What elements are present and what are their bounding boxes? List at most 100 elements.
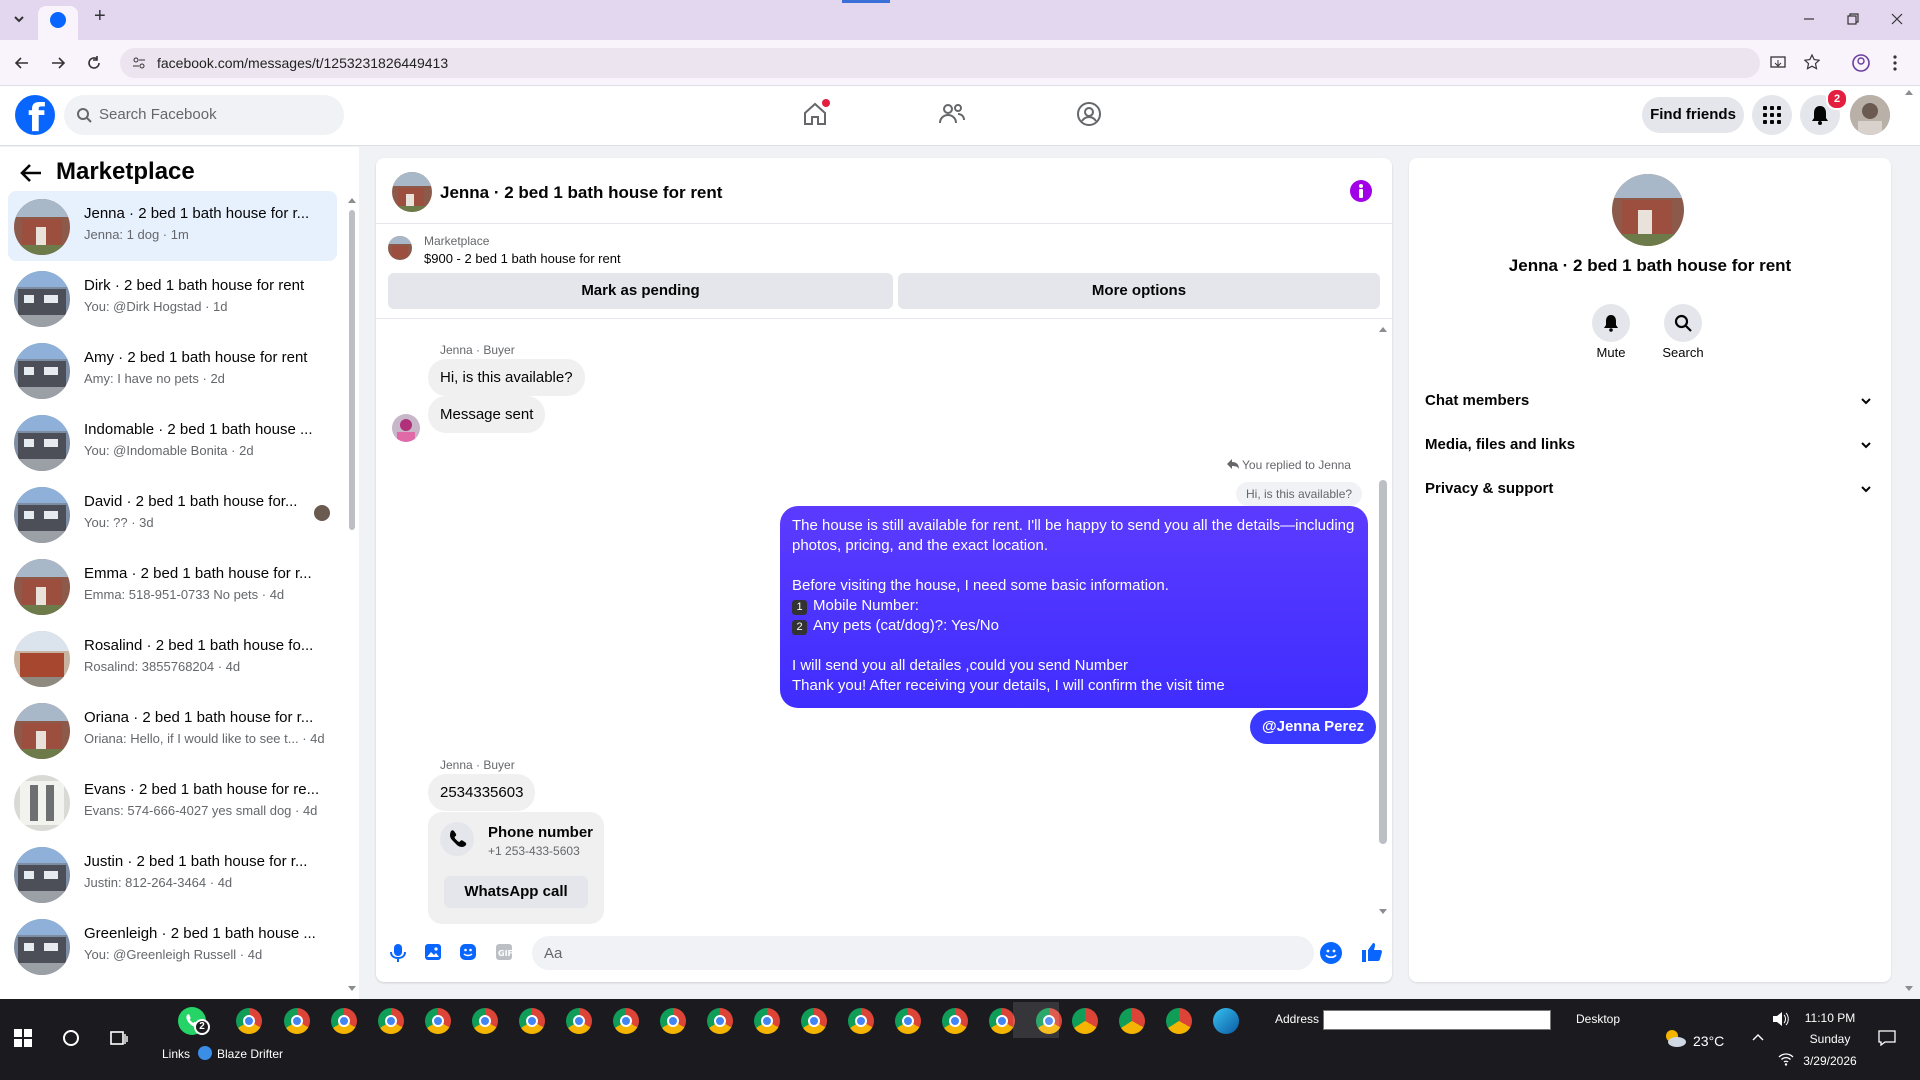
details-avatar[interactable] [1612, 174, 1684, 246]
media-files-links-section[interactable]: Media, files and links [1425, 436, 1575, 453]
task-view-icon[interactable] [110, 1029, 128, 1047]
browser-menu-icon[interactable] [1892, 54, 1898, 72]
info-icon[interactable] [1350, 180, 1372, 202]
incoming-message[interactable]: 2534335603 [428, 774, 536, 811]
mute-button[interactable] [1592, 304, 1630, 342]
taskbar-links-label[interactable]: Links [162, 1047, 190, 1061]
chrome-profile-taskbar-icon[interactable] [519, 1008, 545, 1034]
conversation-item[interactable]: Greenleigh · 2 bed 1 bath house ... You: … [8, 911, 337, 981]
url-text[interactable]: facebook.com/messages/t/1253231826449413 [157, 55, 448, 71]
conversation-item[interactable]: David · 2 bed 1 bath house for... You: ??… [8, 479, 337, 549]
thumbs-up-icon[interactable] [1360, 941, 1382, 963]
chat-header-avatar[interactable] [392, 172, 432, 212]
conversation-item[interactable]: Dirk · 2 bed 1 bath house for rent You: @… [8, 263, 337, 333]
chat-scroll-down-arrow[interactable] [1378, 908, 1388, 916]
new-tab-button[interactable]: + [94, 6, 106, 26]
scroll-down-arrow[interactable] [347, 985, 357, 993]
message-input[interactable]: Aa [532, 936, 1342, 970]
show-hidden-icons-chevron[interactable] [1752, 1033, 1764, 1041]
chrome-profile-taskbar-icon[interactable] [284, 1008, 310, 1034]
gif-icon[interactable]: GIF [495, 943, 513, 961]
menu-grid-button[interactable] [1752, 95, 1792, 135]
quoted-message[interactable]: Hi, is this available? [1236, 482, 1363, 506]
outgoing-message[interactable]: The house is still available for rent. I… [780, 506, 1368, 708]
chrome-profile-taskbar-icon[interactable] [331, 1008, 357, 1034]
sticker-icon[interactable] [459, 943, 477, 961]
chrome-taskbar-icon[interactable] [1119, 1008, 1145, 1034]
chat-members-section[interactable]: Chat members [1425, 392, 1529, 409]
groups-nav-icon[interactable] [1076, 101, 1102, 127]
weather-temperature[interactable]: 23°C [1693, 1033, 1724, 1049]
windows-start-icon[interactable] [14, 1029, 32, 1047]
conversation-item[interactable]: Amy · 2 bed 1 bath house for rent Amy: I … [8, 335, 337, 405]
browser-tab-facebook[interactable] [38, 6, 78, 40]
photo-icon[interactable] [424, 943, 442, 961]
chrome-profile-taskbar-icon[interactable] [942, 1008, 968, 1034]
bookmark-star-icon[interactable] [1804, 54, 1820, 70]
chat-scrollbar[interactable] [1379, 480, 1387, 844]
conversation-item[interactable]: Justin · 2 bed 1 bath house for r... Just… [8, 839, 337, 909]
wifi-icon[interactable] [1778, 1052, 1794, 1066]
incoming-message[interactable]: Hi, is this available? [428, 359, 585, 396]
friends-nav-icon[interactable] [938, 101, 966, 127]
chat-scroll-up-arrow[interactable] [1378, 325, 1388, 333]
reload-icon[interactable] [86, 55, 102, 71]
chrome-profile-taskbar-icon[interactable] [848, 1008, 874, 1034]
chevron-down-icon[interactable] [1860, 484, 1872, 494]
page-scroll-up-arrow[interactable] [1904, 88, 1914, 96]
cortana-search-icon[interactable] [62, 1029, 80, 1047]
sidebar-scrollbar[interactable] [349, 210, 355, 530]
sender-avatar[interactable] [392, 414, 420, 442]
conversation-item[interactable]: Rosalind · 2 bed 1 bath house fo... Rosal… [8, 623, 337, 693]
chrome-taskbar-icon[interactable] [1166, 1008, 1192, 1034]
chat-title[interactable]: Jenna · 2 bed 1 bath house for rent [440, 183, 722, 203]
chrome-profile-taskbar-icon[interactable] [472, 1008, 498, 1034]
microphone-icon[interactable] [390, 943, 406, 963]
mark-as-pending-button[interactable]: Mark as pending [388, 273, 893, 309]
chrome-profile-taskbar-icon[interactable] [754, 1008, 780, 1034]
conversation-item[interactable]: Evans · 2 bed 1 bath house for re... Evan… [8, 767, 337, 837]
forward-arrow-icon[interactable] [50, 55, 66, 71]
chrome-profile-taskbar-icon[interactable] [378, 1008, 404, 1034]
chrome-profile-taskbar-icon[interactable] [425, 1008, 451, 1034]
back-arrow-icon[interactable] [14, 55, 30, 71]
chevron-down-icon[interactable] [1860, 440, 1872, 450]
tab-search-chevron-icon[interactable] [12, 12, 26, 26]
find-friends-button[interactable]: Find friends [1642, 97, 1744, 133]
home-nav-icon[interactable] [802, 99, 830, 127]
close-window-icon[interactable] [1890, 12, 1904, 26]
volume-icon[interactable] [1772, 1011, 1790, 1027]
emoji-icon[interactable] [1320, 942, 1342, 964]
chrome-profile-taskbar-icon[interactable] [566, 1008, 592, 1034]
incoming-message[interactable]: Message sent [428, 396, 546, 433]
taskbar-clock-time[interactable]: 11:10 PM [1800, 1011, 1860, 1025]
minimize-icon[interactable] [1802, 12, 1816, 26]
chrome-profile-taskbar-icon[interactable] [660, 1008, 686, 1034]
mention-message[interactable]: @Jenna Perez [1250, 710, 1377, 744]
taskbar-address-input[interactable] [1323, 1010, 1551, 1030]
profile-icon[interactable] [1852, 54, 1870, 72]
search-facebook-input[interactable]: Search Facebook [64, 95, 344, 135]
conversation-item[interactable]: Jenna · 2 bed 1 bath house for r... Jenna… [8, 191, 337, 261]
taskbar-desktop-toolbar[interactable]: Desktop [1576, 1012, 1620, 1026]
chrome-taskbar-icon[interactable] [1072, 1008, 1098, 1034]
action-center-icon[interactable] [1878, 1030, 1896, 1046]
more-options-button[interactable]: More options [898, 273, 1380, 309]
search-conversation-button[interactable] [1664, 304, 1702, 342]
privacy-support-section[interactable]: Privacy & support [1425, 480, 1553, 497]
conversation-item[interactable]: Oriana · 2 bed 1 bath house for r... Oria… [8, 695, 337, 765]
page-scroll-down-arrow[interactable] [1904, 985, 1914, 993]
scroll-up-arrow[interactable] [347, 196, 357, 204]
weather-cloud-sun-icon[interactable] [1663, 1028, 1687, 1048]
edge-taskbar-icon[interactable] [1213, 1008, 1239, 1034]
conversation-item[interactable]: Emma · 2 bed 1 bath house for r... Emma: … [8, 551, 337, 621]
listing-thumbnail[interactable] [388, 236, 412, 260]
conversation-item[interactable]: Indomable · 2 bed 1 bath house ... You: @… [8, 407, 337, 477]
site-settings-icon[interactable] [132, 56, 146, 70]
chrome-profile-taskbar-icon[interactable] [895, 1008, 921, 1034]
chrome-profile-taskbar-icon[interactable] [707, 1008, 733, 1034]
chrome-profile-taskbar-icon[interactable] [613, 1008, 639, 1034]
chrome-profile-taskbar-icon[interactable] [989, 1008, 1015, 1034]
account-avatar[interactable] [1850, 95, 1890, 135]
restore-icon[interactable] [1846, 12, 1860, 26]
